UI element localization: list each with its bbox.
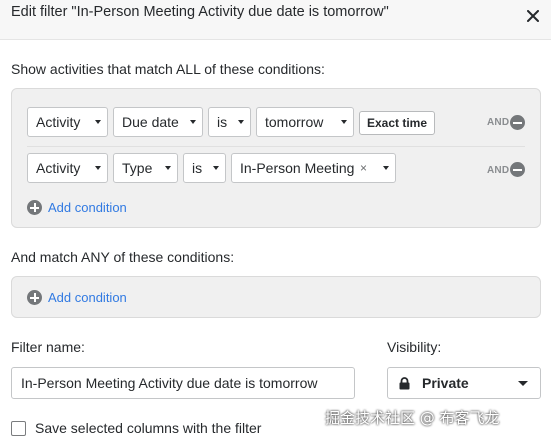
add-circle-icon (27, 200, 42, 215)
dialog-title: Edit filter "In-Person Meeting Activity … (11, 4, 389, 20)
add-circle-icon (27, 290, 42, 305)
all-conditions-panel: Activity Due date is tomorrow Exact time… (11, 88, 541, 228)
lock-icon (399, 377, 410, 390)
visibility-value: Private (422, 375, 469, 391)
condition-1-connector: AND (487, 117, 510, 128)
condition-2-connector: AND (487, 165, 510, 176)
caret-down-icon (190, 120, 196, 124)
caret-down-icon (213, 166, 219, 170)
filter-name-input[interactable] (11, 367, 355, 399)
dialog-header: Edit filter "In-Person Meeting Activity … (0, 0, 551, 40)
condition-2-value-select[interactable]: In-Person Meeting × (231, 153, 396, 183)
any-conditions-label: And match ANY of these conditions: (11, 249, 235, 265)
any-conditions-panel: Add condition (11, 276, 541, 318)
condition-1-value-select[interactable]: tomorrow (256, 107, 354, 137)
condition-2-field-select[interactable]: Type (113, 153, 178, 183)
condition-1-operator-value: is (217, 114, 228, 130)
condition-1-field-value: Due date (122, 114, 179, 130)
clear-value-icon[interactable]: × (360, 161, 367, 175)
caret-down-icon (341, 120, 347, 124)
remove-condition-2-icon[interactable] (510, 162, 525, 177)
condition-2-entity-value: Activity (36, 160, 81, 176)
condition-2-operator-value: is (192, 160, 203, 176)
filter-name-label: Filter name: (11, 339, 85, 355)
condition-1-value: tomorrow (265, 114, 324, 130)
row-divider (27, 146, 525, 147)
remove-condition-1-icon[interactable] (510, 115, 525, 130)
condition-1-entity-select[interactable]: Activity (27, 107, 108, 137)
visibility-select[interactable]: Private (387, 367, 541, 399)
all-conditions-label: Show activities that match ALL of these … (11, 61, 325, 77)
visibility-label: Visibility: (387, 339, 442, 355)
add-all-condition-link[interactable]: Add condition (27, 200, 127, 215)
caret-down-icon (165, 166, 171, 170)
add-condition-label: Add condition (48, 290, 127, 305)
save-columns-checkbox[interactable] (11, 421, 26, 436)
close-button[interactable] (522, 5, 544, 27)
condition-1-entity-value: Activity (36, 114, 81, 130)
caret-down-icon (238, 120, 244, 124)
save-columns-label: Save selected columns with the filter (35, 420, 262, 436)
add-condition-label: Add condition (48, 200, 127, 215)
condition-2-operator-select[interactable]: is (183, 153, 226, 183)
caret-down-icon (518, 381, 528, 386)
close-icon (527, 10, 539, 22)
watermark: 掘金技术社区 @ 布客飞龙 (325, 409, 500, 427)
condition-1-operator-select[interactable]: is (208, 107, 251, 137)
condition-1-field-select[interactable]: Due date (113, 107, 203, 137)
caret-down-icon (95, 166, 101, 170)
add-any-condition-link[interactable]: Add condition (27, 290, 127, 305)
caret-down-icon (95, 120, 101, 124)
condition-2-value: In-Person Meeting (240, 160, 355, 176)
exact-time-button[interactable]: Exact time (359, 111, 435, 135)
condition-2-field-value: Type (122, 160, 153, 176)
caret-down-icon (383, 166, 389, 170)
condition-2-entity-select[interactable]: Activity (27, 153, 108, 183)
